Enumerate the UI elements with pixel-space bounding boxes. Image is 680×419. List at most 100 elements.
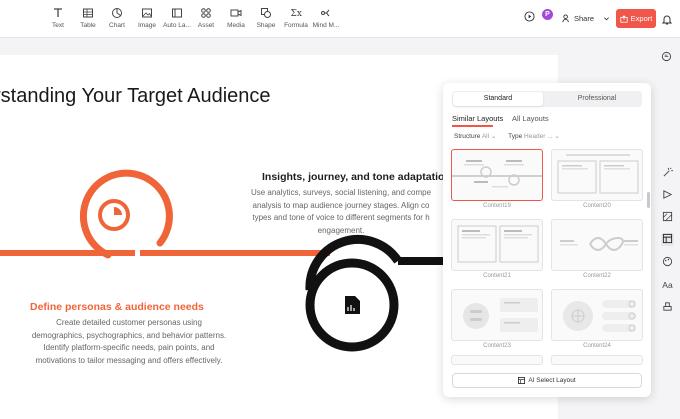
- layout-card-content20[interactable]: [551, 149, 643, 201]
- layout-card-label: Content19: [483, 203, 511, 209]
- play-icon: [524, 11, 535, 22]
- insight-line: analysis to map audience journey stages.…: [252, 200, 430, 210]
- background-icon: [662, 211, 673, 222]
- layout-card-partial[interactable]: [551, 355, 643, 365]
- insight-line: types and tone of voice to different seg…: [252, 213, 430, 222]
- image-tool-button[interactable]: Image: [132, 7, 162, 33]
- media-tool-button[interactable]: Media: [221, 7, 251, 33]
- mind-map-tool-button[interactable]: Mind M...: [311, 7, 341, 33]
- persona-body[interactable]: Create detailed customer personas using …: [0, 317, 258, 367]
- insight-heading[interactable]: Insights, journey, and tone adaptation: [262, 171, 451, 183]
- text-tool-button[interactable]: Text: [43, 7, 73, 33]
- insight-line: Use analytics, surveys, social listening…: [250, 188, 432, 197]
- layout-card-content19[interactable]: [451, 149, 543, 201]
- segment-standard[interactable]: Standard: [453, 92, 543, 106]
- export-button[interactable]: Export: [616, 9, 656, 28]
- insight-body[interactable]: Use analytics, surveys, social listening…: [238, 187, 444, 237]
- chevron-down-icon: ⌄: [490, 133, 497, 140]
- layout-panel: Standard Professional Similar Layouts Al…: [443, 83, 651, 397]
- filter-structure-value: All: [481, 133, 490, 140]
- chevron-down-icon: ⌄: [554, 133, 560, 140]
- ai-select-layout-label: AI Select Layout: [528, 377, 576, 384]
- theme-button[interactable]: [661, 256, 674, 269]
- layout-thumbnail: [452, 160, 542, 188]
- layout-thumbnail: [463, 298, 538, 332]
- stamp-button[interactable]: [661, 301, 674, 314]
- persona-line: motivations to tailor messaging and offe…: [35, 355, 223, 365]
- filter-type[interactable]: Type Header ... ⌄: [508, 133, 560, 140]
- layout-thumbnail: [560, 237, 638, 251]
- auto-layout-tool-button[interactable]: Auto La...: [162, 7, 192, 33]
- background-button[interactable]: [661, 211, 674, 224]
- media-icon: [230, 9, 242, 17]
- filter-structure[interactable]: Structure All ⌄: [454, 133, 498, 140]
- layout-style-switch: Standard Professional: [452, 91, 642, 107]
- active-tab-indicator: [452, 125, 493, 127]
- svg-text:Σx: Σx: [291, 9, 302, 19]
- layout-card-content21[interactable]: [451, 219, 543, 271]
- animation-button[interactable]: [661, 189, 674, 202]
- bell-icon: [661, 15, 673, 25]
- chart-icon: [112, 8, 122, 18]
- layout-filters: Structure All ⌄ Type Header ... ⌄: [454, 132, 560, 140]
- ai-select-layout-button[interactable]: AI Select Layout: [452, 373, 642, 388]
- shape-tool-button[interactable]: Shape: [251, 7, 281, 33]
- share-label: Share: [574, 13, 595, 23]
- layout-card-content22[interactable]: [551, 219, 643, 271]
- ai-magic-button[interactable]: [661, 167, 674, 180]
- segment-professional[interactable]: Professional: [552, 92, 642, 106]
- persona-line: Create detailed customer personas using: [56, 318, 202, 327]
- panel-scrollbar[interactable]: [647, 192, 650, 208]
- auto-layout-icon: [172, 8, 182, 18]
- layout-card-label: Content20: [583, 203, 611, 209]
- stamp-icon: [663, 302, 672, 311]
- asset-icon: [201, 8, 211, 18]
- font-button[interactable]: Aa: [661, 279, 674, 292]
- font-icon: Aa: [662, 280, 673, 290]
- layout-card-label: Content22: [583, 273, 611, 279]
- filter-structure-label: Structure: [454, 133, 481, 140]
- export-icon: [620, 14, 628, 23]
- tab-all-layouts[interactable]: All Layouts: [512, 114, 549, 123]
- right-tool-rail: Aa: [655, 38, 680, 419]
- top-toolbar: Text Table Chart Image Auto La... Asset …: [0, 0, 680, 38]
- avatar[interactable]: P: [542, 9, 553, 20]
- layout-card-label: Content23: [483, 343, 511, 349]
- share-button[interactable]: Share: [562, 9, 610, 27]
- tab-similar-layouts[interactable]: Similar Layouts: [452, 114, 503, 123]
- filter-type-label: Type: [508, 133, 523, 140]
- table-tool-button[interactable]: Table: [73, 7, 103, 33]
- export-label: Export: [630, 14, 653, 23]
- play-button[interactable]: [524, 9, 535, 27]
- asset-tool-button[interactable]: Asset: [191, 7, 221, 33]
- persona-line: demographics, psychographics, and behavi…: [31, 330, 227, 340]
- image-icon: [142, 8, 152, 18]
- mind-map-icon: [321, 9, 330, 17]
- user-add-icon: [562, 13, 569, 22]
- chart-tool-button[interactable]: Chart: [102, 7, 132, 33]
- layout-card-label: Content21: [483, 273, 511, 279]
- magic-wand-icon: [663, 167, 673, 177]
- layout-thumbnail: [457, 225, 539, 263]
- layout-thumbnail: [563, 300, 636, 332]
- layout-button[interactable]: [661, 233, 674, 246]
- formula-icon: Σx: [291, 9, 302, 19]
- formula-tool-button[interactable]: Σx Formula: [281, 7, 311, 33]
- ai-layout-icon: [518, 377, 526, 384]
- layout-thumbnail: [557, 154, 639, 194]
- layout-card-partial[interactable]: [451, 355, 543, 365]
- persona-line: Identify platform-specific needs, pain p…: [43, 343, 215, 352]
- chevron-down-icon: [604, 16, 610, 20]
- layout-card-content24[interactable]: [551, 289, 643, 341]
- table-icon: [83, 8, 93, 18]
- layout-icon: [662, 233, 673, 244]
- persona-heading[interactable]: Define personas & audience needs: [30, 301, 204, 313]
- animation-icon: [663, 190, 673, 199]
- layout-card-label: Content24: [583, 343, 611, 349]
- filter-type-value: Header ...: [524, 133, 553, 140]
- notification-button[interactable]: [661, 12, 673, 30]
- layout-grid: Content19 Content20 Content21 Content22 …: [450, 149, 646, 365]
- text-icon: [54, 8, 62, 17]
- layout-card-content23[interactable]: [451, 289, 543, 341]
- slide-title[interactable]: rstanding Your Target Audience: [0, 85, 271, 108]
